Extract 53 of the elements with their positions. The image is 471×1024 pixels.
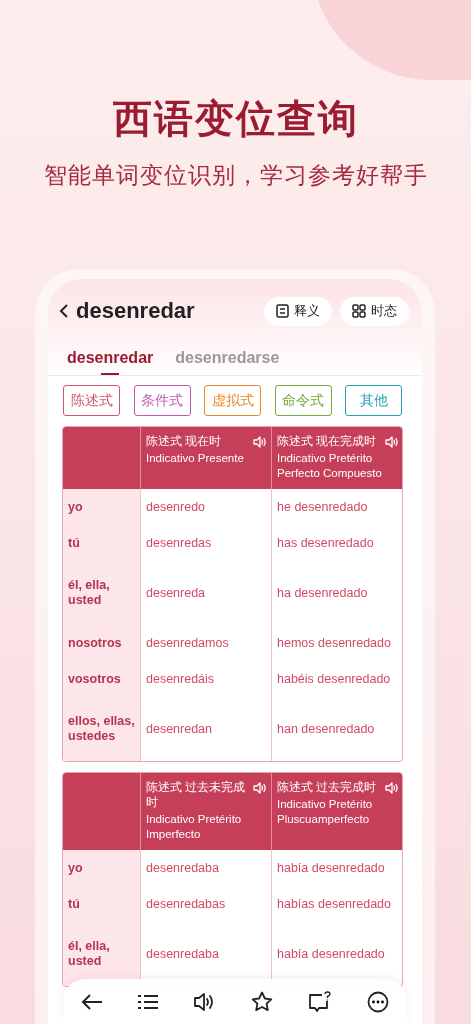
verb-form-cell: he desenredado bbox=[271, 489, 402, 525]
verb-form-cell: ha desenredado bbox=[271, 561, 402, 625]
tense-spanish: Indicativo Pretérito Perfecto Compuesto bbox=[277, 451, 383, 481]
tense-name: 陈述式 过去完成时 bbox=[277, 780, 377, 795]
tense-name: 陈述式 现在完成时 bbox=[277, 434, 377, 449]
back-icon[interactable] bbox=[58, 303, 70, 319]
tense-spanish: Indicativo Presente bbox=[146, 451, 245, 466]
mood-button[interactable]: 虚拟式 bbox=[204, 385, 261, 416]
person-cell: nosotros bbox=[63, 625, 140, 661]
verb-form-cell: desenredan bbox=[140, 697, 271, 761]
tenses-button[interactable]: 时态 bbox=[340, 296, 409, 326]
page-title: 西语变位查询 bbox=[111, 96, 360, 142]
verb-form-cell: habéis desenredado bbox=[271, 661, 402, 697]
person-cell: tú bbox=[63, 886, 140, 922]
word-title: desenredar bbox=[76, 298, 196, 324]
verb-form-cell: desenredabas bbox=[140, 886, 271, 922]
person-cell: él, ella, usted bbox=[63, 561, 140, 625]
mood-button[interactable]: 陈述式 bbox=[63, 385, 120, 416]
person-cell: yo bbox=[63, 850, 140, 886]
person-cell: ellos, ellas, ustedes bbox=[63, 697, 140, 761]
person-cell: yo bbox=[63, 489, 140, 525]
person-cell: tú bbox=[63, 525, 140, 561]
verb-form-cell: había desenredado bbox=[271, 850, 402, 886]
mood-button[interactable]: 命令式 bbox=[274, 385, 332, 416]
mood-button[interactable]: 条件式 bbox=[133, 385, 191, 416]
verb-tab[interactable]: desenredar bbox=[67, 349, 154, 375]
verb-form-cell: desenredaba bbox=[140, 850, 271, 886]
verb-tab[interactable]: desenredarse bbox=[175, 349, 280, 375]
verb-form-cell: desenredas bbox=[140, 525, 271, 561]
verb-form-cell: desenredáis bbox=[140, 661, 271, 697]
tense-name: 陈述式 现在时 bbox=[146, 434, 222, 449]
verb-form-cell: desenredo bbox=[140, 489, 271, 525]
person-cell: vosotros bbox=[63, 661, 140, 697]
list-icon[interactable] bbox=[138, 993, 158, 1010]
back-arrow-icon[interactable] bbox=[80, 992, 103, 1011]
verb-form-cell: desenredamos bbox=[140, 625, 271, 661]
verb-form-cell: han desenredado bbox=[271, 697, 402, 761]
tense-spanish: Indicativo Pretérito Imperfecto bbox=[146, 812, 243, 842]
grid-icon bbox=[352, 304, 366, 318]
more-icon[interactable] bbox=[367, 990, 390, 1013]
tense-name: 陈述式 过去未完成时 bbox=[146, 780, 247, 810]
mood-button[interactable]: 其他 bbox=[345, 385, 402, 416]
page-subtitle: 智能单词变位识别，学习参考好帮手 bbox=[42, 161, 429, 190]
definition-button[interactable]: 释义 bbox=[264, 296, 332, 326]
document-icon bbox=[276, 304, 289, 318]
verb-form-cell: hemos desenredado bbox=[271, 625, 402, 661]
verb-form-cell: desenreda bbox=[140, 561, 271, 625]
star-icon[interactable] bbox=[250, 991, 273, 1012]
verb-form-cell: habías desenredado bbox=[271, 886, 402, 922]
verb-form-cell: has desenredado bbox=[271, 525, 402, 561]
tense-spanish: Indicativo Pretérito Pluscuamperfecto bbox=[277, 797, 374, 827]
feedback-icon[interactable] bbox=[307, 990, 332, 1013]
speaker-icon[interactable] bbox=[193, 991, 216, 1012]
